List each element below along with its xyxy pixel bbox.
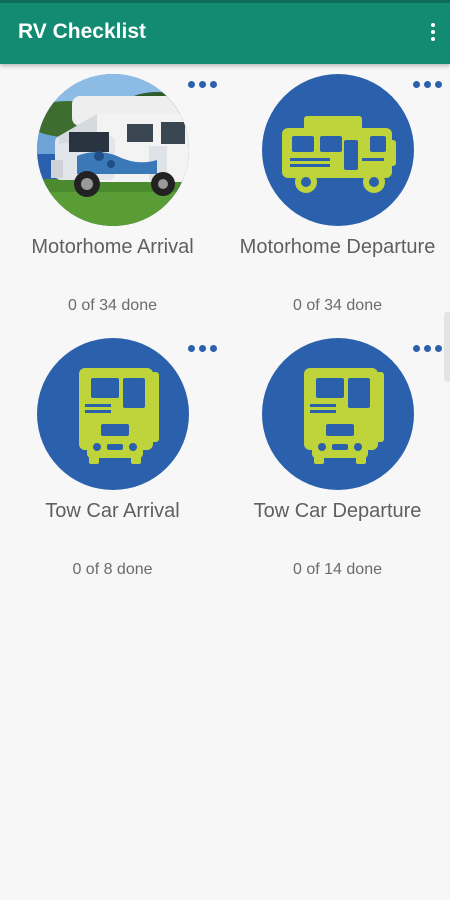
card-title: Tow Car Arrival (45, 500, 180, 522)
checklist-card-motorhome-arrival[interactable]: Motorhome Arrival 0 of 34 done (0, 64, 225, 334)
card-progress: 0 of 34 done (68, 297, 157, 314)
overflow-menu-icon[interactable] (426, 18, 440, 46)
card-progress: 0 of 14 done (293, 561, 382, 578)
card-options-icon[interactable] (188, 78, 222, 90)
motorhome-photo (37, 74, 189, 226)
tow-car-icon (262, 338, 414, 490)
card-title: Tow Car Departure (253, 500, 422, 522)
checklist-card-tow-car-departure[interactable]: Tow Car Departure 0 of 14 done (225, 328, 450, 598)
card-options-icon[interactable] (413, 342, 447, 354)
app-bar: RV Checklist (0, 0, 450, 64)
card-options-icon[interactable] (413, 78, 447, 90)
card-progress: 0 of 8 done (72, 561, 153, 578)
card-options-icon[interactable] (188, 342, 222, 354)
scroll-handle[interactable] (444, 312, 450, 382)
status-bar-strip (0, 0, 450, 3)
motorhome-icon (262, 74, 414, 226)
checklist-card-tow-car-arrival[interactable]: Tow Car Arrival 0 of 8 done (0, 328, 225, 598)
card-title: Motorhome Departure (239, 236, 436, 258)
card-progress: 0 of 34 done (293, 297, 382, 314)
app-title: RV Checklist (18, 20, 146, 43)
card-title: Motorhome Arrival (31, 236, 194, 258)
tow-car-icon (37, 338, 189, 490)
checklist-card-motorhome-departure[interactable]: Motorhome Departure 0 of 34 done (225, 64, 450, 334)
